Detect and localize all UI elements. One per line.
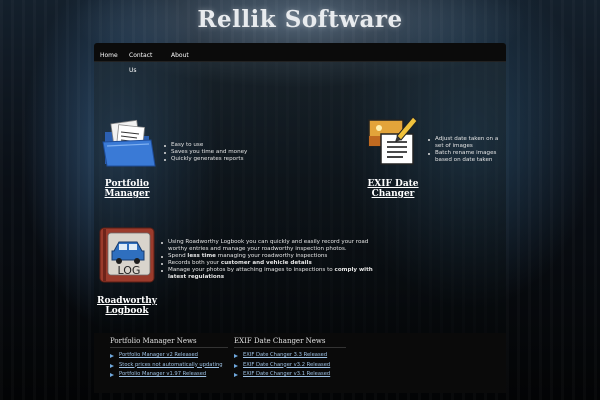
feature-text: Manage your photos by attaching images t… xyxy=(168,267,335,273)
feature-item: Adjust date taken on a set of images xyxy=(428,136,499,149)
portfolio-news-heading: Portfolio Manager News xyxy=(110,337,228,348)
feature-item: Batch rename images based on date taken xyxy=(428,150,499,164)
logbook-icon-text: LOG xyxy=(118,264,141,277)
roadworthy-logbook-link[interactable]: Roadworthy Logbook xyxy=(96,296,158,316)
portfolio-features: Easy to use Saves you time and money Qui… xyxy=(161,142,266,163)
portfolio-folder-icon[interactable] xyxy=(101,118,157,170)
top-navigation: Home Contact Us About xyxy=(94,43,506,74)
nav-home[interactable]: Home xyxy=(100,48,118,64)
portfolio-manager-link[interactable]: Portfolio Manager xyxy=(98,179,156,199)
exif-news: EXIF Date Changer News EXIF Date Changer… xyxy=(234,337,346,380)
news-link[interactable]: EXIF Date Changer v3.2 Released xyxy=(234,361,346,371)
exif-news-heading: EXIF Date Changer News xyxy=(234,337,346,348)
site-logo[interactable]: Rellik Software xyxy=(0,6,600,33)
roadworthy-logbook-icon[interactable]: LOG xyxy=(99,227,155,283)
feature-item: Records both your customer and vehicle d… xyxy=(161,260,378,267)
exif-date-changer-link[interactable]: EXIF Date Changer xyxy=(364,179,422,199)
news-link[interactable]: Portfolio Manager v2 Released xyxy=(110,351,228,361)
feature-text: managing your roadworthy inspections xyxy=(215,253,328,259)
feature-item: Saves you time and money xyxy=(164,149,266,156)
feature-item: Manage your photos by attaching images t… xyxy=(161,267,378,281)
feature-item: Using Roadworthy Logbook you can quickly… xyxy=(161,239,378,253)
feature-text: Using Roadworthy Logbook you can quickly… xyxy=(168,239,369,252)
news-link[interactable]: Stock prices not automatically updating xyxy=(110,361,228,371)
news-link[interactable]: EXIF Date Changer 3.3 Released xyxy=(234,351,346,361)
feature-text: Records both your xyxy=(168,260,221,266)
feature-item: Easy to use xyxy=(164,142,266,149)
feature-emphasis: customer and vehicle details xyxy=(220,260,312,266)
arrow-bullet-icon xyxy=(110,373,114,378)
feature-emphasis: less time xyxy=(187,253,216,259)
arrow-bullet-icon xyxy=(234,354,238,359)
arrow-bullet-icon xyxy=(234,363,238,368)
feature-item: Quickly generates reports xyxy=(164,156,266,163)
arrow-bullet-icon xyxy=(110,363,114,368)
arrow-bullet-icon xyxy=(234,373,238,378)
news-section: Portfolio Manager News Portfolio Manager… xyxy=(94,333,506,393)
exif-features: Adjust date taken on a set of images Bat… xyxy=(425,136,499,164)
arrow-bullet-icon xyxy=(110,354,114,359)
nav-contact-us[interactable]: Contact Us xyxy=(129,48,152,78)
portfolio-news: Portfolio Manager News Portfolio Manager… xyxy=(110,337,228,380)
news-link[interactable]: Portfolio Manager v1.97 Released xyxy=(110,370,228,380)
feature-item: Spend less time managing your roadworthy… xyxy=(161,253,378,260)
feature-text: Spend xyxy=(168,253,188,259)
news-link[interactable]: EXIF Date Changer v3.1 Released xyxy=(234,370,346,380)
roadworthy-features: Using Roadworthy Logbook you can quickly… xyxy=(158,239,378,281)
nav-about[interactable]: About xyxy=(171,48,189,64)
exif-photo-pen-icon[interactable] xyxy=(367,114,419,166)
